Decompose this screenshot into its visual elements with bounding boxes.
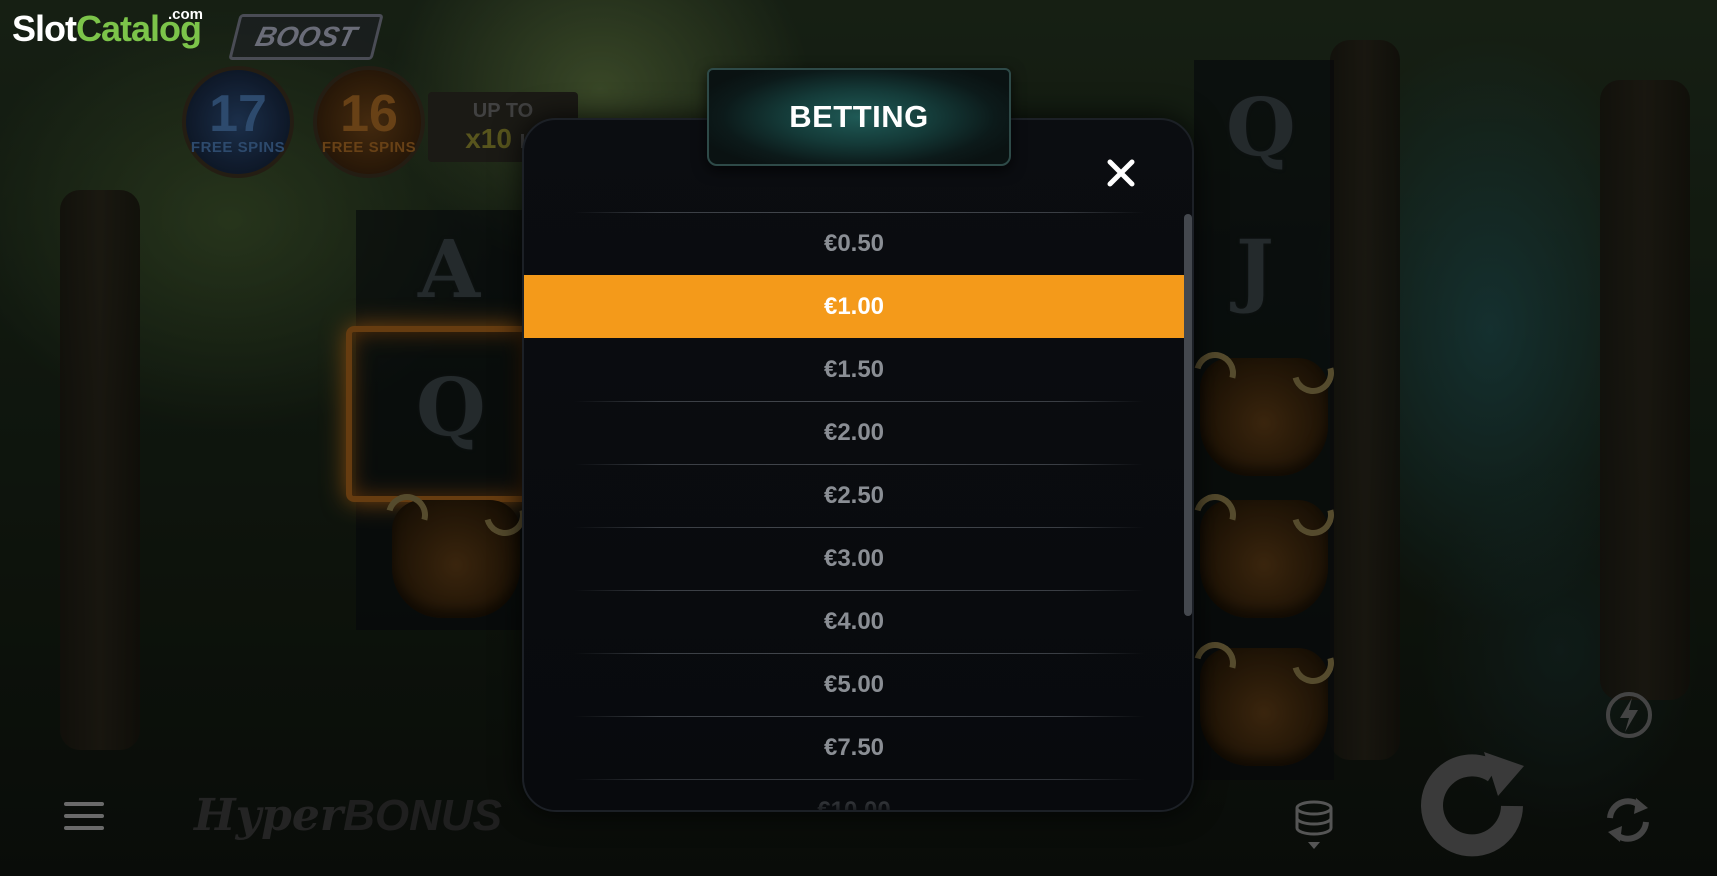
bet-option[interactable]: €2.00	[524, 401, 1184, 464]
logo-com-text: .com	[168, 6, 204, 23]
bet-option-selected[interactable]: €1.00	[524, 275, 1184, 338]
logo-slot-text: Slot	[12, 8, 77, 49]
lightning-icon[interactable]	[1604, 690, 1654, 740]
bet-option[interactable]: €1.50	[524, 338, 1184, 401]
modal-title: BETTING	[789, 99, 929, 134]
bet-option-label: €0.50	[823, 229, 885, 257]
autoplay-icon[interactable]	[1600, 792, 1656, 848]
slotcatalog-logo: SlotCatalog .com	[12, 6, 204, 50]
menu-icon[interactable]	[64, 802, 104, 832]
bet-option[interactable]: €3.00	[524, 527, 1184, 590]
boost-badge-text: BOOST	[252, 21, 360, 52]
betting-title-tab: BETTING	[707, 68, 1011, 166]
close-icon[interactable]	[1106, 158, 1136, 188]
list-fade	[524, 770, 1192, 810]
bet-option-label: €5.00	[823, 670, 885, 698]
coins-icon[interactable]	[1294, 800, 1334, 850]
bet-option[interactable]: €2.50	[524, 464, 1184, 527]
bet-option-label: €2.50	[823, 481, 885, 509]
bet-option-label: €4.00	[823, 607, 885, 635]
betting-modal: €0.50 €1.00 €1.50 €2.00 €2.50 €3.00 €4.00 €5.00…	[522, 118, 1194, 812]
bet-option-label: €7.50	[823, 733, 885, 761]
bet-option[interactable]: €5.00	[524, 653, 1184, 716]
close-button[interactable]	[1098, 150, 1144, 196]
bet-list-scrollbar[interactable]	[1184, 214, 1192, 616]
bet-option-label: €3.00	[823, 544, 885, 572]
boost-badge: BOOST	[228, 14, 384, 60]
bet-option-label: €1.50	[823, 355, 885, 383]
bet-options-list[interactable]: €0.50 €1.00 €1.50 €2.00 €2.50 €3.00 €4.00 €5.00…	[524, 212, 1184, 810]
bet-option-label: €2.00	[823, 418, 885, 446]
bet-option-label: €1.00	[823, 292, 885, 320]
bet-option[interactable]: €4.00	[524, 590, 1184, 653]
spin-icon[interactable]	[1412, 744, 1536, 868]
bet-option[interactable]: €0.50	[524, 212, 1184, 275]
